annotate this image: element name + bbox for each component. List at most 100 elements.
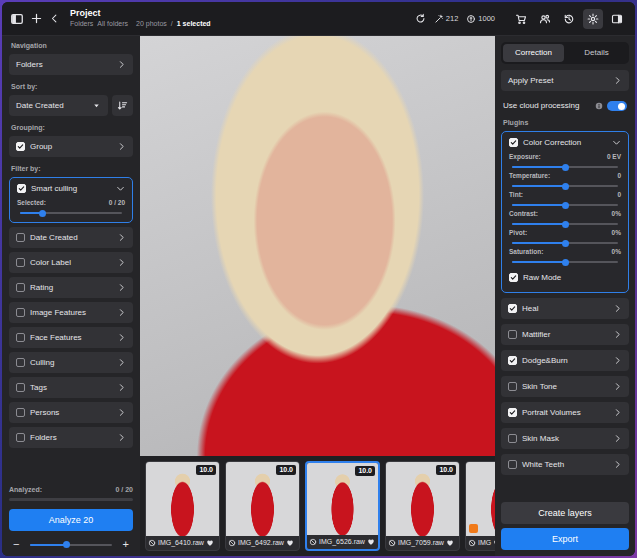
option-item[interactable]: Raw Mode <box>502 267 628 288</box>
reject-icon[interactable] <box>309 538 317 546</box>
chevron-right-icon[interactable] <box>117 433 126 442</box>
history-button[interactable] <box>559 9 579 29</box>
action-button[interactable]: Export <box>501 528 629 550</box>
checkbox[interactable] <box>508 356 517 365</box>
folders-item[interactable]: Folders <box>9 54 133 75</box>
chevron-right-icon[interactable] <box>613 408 622 417</box>
checkbox[interactable] <box>16 408 25 417</box>
plugin-item[interactable]: Skin Tone <box>501 376 629 397</box>
adjust-slider[interactable] <box>512 223 618 225</box>
sort-order-button[interactable] <box>112 95 133 116</box>
plugin-item[interactable]: Color Correction <box>502 132 628 153</box>
chevron-right-icon[interactable] <box>613 76 622 85</box>
chevron-right-icon[interactable] <box>613 330 622 339</box>
checkbox[interactable] <box>17 184 26 193</box>
action-button[interactable]: Create layers <box>501 502 629 524</box>
panel-button[interactable] <box>607 9 627 29</box>
adjust-slider[interactable] <box>512 261 618 263</box>
cart-button[interactable] <box>511 9 531 29</box>
chevron-right-icon[interactable] <box>117 258 126 267</box>
zoom-out-button[interactable]: − <box>13 539 19 550</box>
filter-item[interactable]: Date Created <box>9 227 133 248</box>
plugin-item[interactable]: Mattifier <box>501 324 629 345</box>
cloud-toggle[interactable] <box>607 101 627 111</box>
thumbnail[interactable]: 10.0IMG_6492.raw <box>225 461 300 551</box>
plugin-item[interactable]: White Teeth <box>501 454 629 475</box>
chevron-down-icon[interactable] <box>116 184 125 193</box>
zoom-in-button[interactable]: + <box>123 539 129 550</box>
checkbox[interactable] <box>508 304 517 313</box>
back-icon[interactable] <box>49 13 60 24</box>
chevron-right-icon[interactable] <box>613 382 622 391</box>
thumbnail[interactable]: 10.0IMG_7059.raw <box>385 461 460 551</box>
slider-thumb[interactable] <box>562 202 569 209</box>
chevron-right-icon[interactable] <box>613 460 622 469</box>
adjust-slider[interactable] <box>512 204 618 206</box>
chevron-right-icon[interactable] <box>117 408 126 417</box>
add-icon[interactable] <box>30 12 43 25</box>
heart-icon[interactable] <box>367 538 375 546</box>
checkbox[interactable] <box>509 138 518 147</box>
chevron-right-icon[interactable] <box>117 233 126 242</box>
checkbox[interactable] <box>508 460 517 469</box>
checkbox[interactable] <box>16 358 25 367</box>
slider-thumb[interactable] <box>562 183 569 190</box>
checkbox[interactable] <box>16 142 25 151</box>
checkbox[interactable] <box>16 283 25 292</box>
chevron-right-icon[interactable] <box>613 356 622 365</box>
filter-item[interactable]: Smart culling <box>10 178 132 199</box>
reject-icon[interactable] <box>468 539 476 547</box>
tab[interactable]: Correction <box>503 44 564 62</box>
tab[interactable]: Details <box>566 44 627 62</box>
checkbox[interactable] <box>508 408 517 417</box>
people-button[interactable] <box>535 9 555 29</box>
chevron-right-icon[interactable] <box>117 60 126 69</box>
adjust-slider[interactable] <box>512 242 618 244</box>
reject-icon[interactable] <box>228 539 236 547</box>
slider-thumb[interactable] <box>562 164 569 171</box>
checkbox[interactable] <box>16 308 25 317</box>
heart-icon[interactable] <box>206 539 214 547</box>
chevron-right-icon[interactable] <box>117 358 126 367</box>
filter-item[interactable]: Rating <box>9 277 133 298</box>
chevron-right-icon[interactable] <box>117 283 126 292</box>
chevron-right-icon[interactable] <box>117 383 126 392</box>
selected-slider[interactable] <box>20 212 122 214</box>
plugin-item[interactable]: Heal <box>501 298 629 319</box>
chevron-down-icon[interactable] <box>612 138 621 147</box>
filter-item[interactable]: Culling <box>9 352 133 373</box>
adjust-slider[interactable] <box>512 185 618 187</box>
chevron-right-icon[interactable] <box>613 434 622 443</box>
refresh-icon[interactable] <box>415 13 426 24</box>
plugin-item[interactable]: Portrait Volumes <box>501 402 629 423</box>
filter-item[interactable]: Tags <box>9 377 133 398</box>
filter-item[interactable]: Folders <box>9 427 133 448</box>
slider-thumb[interactable] <box>39 210 46 217</box>
slider-thumb[interactable] <box>562 240 569 247</box>
breadcrumb-item[interactable]: All folders <box>97 20 128 28</box>
filter-item[interactable]: Face Features <box>9 327 133 348</box>
filter-item[interactable]: Image Features <box>9 302 133 323</box>
checkbox[interactable] <box>508 382 517 391</box>
chevron-right-icon[interactable] <box>117 333 126 342</box>
reject-icon[interactable] <box>148 539 156 547</box>
checkbox[interactable] <box>509 273 518 282</box>
slider-thumb[interactable] <box>63 541 70 548</box>
checkbox[interactable] <box>508 434 517 443</box>
heart-icon[interactable] <box>286 539 294 547</box>
filter-item[interactable]: Persons <box>9 402 133 423</box>
sort-dropdown[interactable]: Date Created <box>9 95 108 116</box>
info-icon[interactable] <box>595 102 603 110</box>
filter-item[interactable]: Color Label <box>9 252 133 273</box>
checkbox[interactable] <box>508 330 517 339</box>
slider-thumb[interactable] <box>562 259 569 266</box>
thumbnail[interactable]: IMG <box>465 461 495 551</box>
checkbox[interactable] <box>16 233 25 242</box>
checkbox[interactable] <box>16 258 25 267</box>
gear-button[interactable] <box>583 9 603 29</box>
thumbnail[interactable]: 10.0IMG_6410.raw <box>145 461 220 551</box>
plugin-item[interactable]: Dodge&Burn <box>501 350 629 371</box>
thumbnail[interactable]: 10.0IMG_6526.raw <box>305 461 380 551</box>
checkbox[interactable] <box>16 333 25 342</box>
group-item[interactable]: Group <box>9 136 133 157</box>
